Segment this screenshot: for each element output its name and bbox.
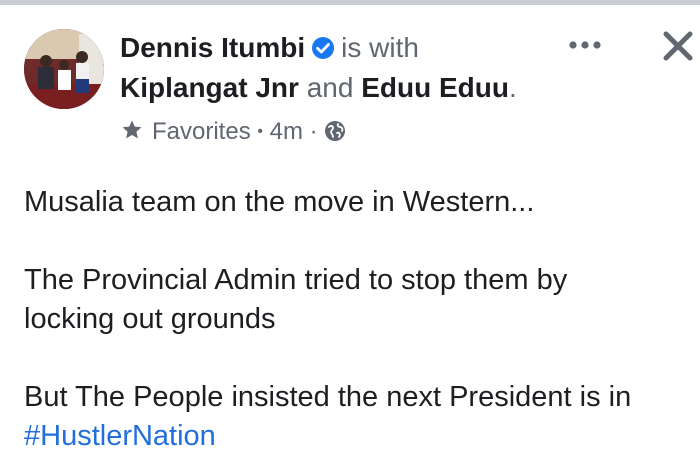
meta-separator-dot: • [257, 123, 263, 140]
audience-label[interactable]: Favorites [152, 118, 251, 145]
meta-separator-middot: · [309, 118, 318, 145]
more-options-icon[interactable] [565, 30, 609, 60]
verified-badge-icon [311, 33, 335, 59]
hashtag-link[interactable]: #HustlerNation [24, 420, 216, 452]
post-header-line-2: Kiplangat Jnr and Eduu Eduu. [120, 70, 517, 106]
post-meta: Favorites • 4m · [120, 116, 346, 148]
tagged-user-2[interactable]: Eduu Eduu [361, 72, 509, 103]
post-text-line: Musalia team on the move in Western... [24, 186, 535, 218]
post-body: Musalia team on the move in Western... T… [24, 183, 700, 456]
is-with-text: is with [341, 32, 419, 63]
author-name[interactable]: Dennis Itumbi [120, 32, 305, 63]
tagged-user-1[interactable]: Kiplangat Jnr [120, 72, 299, 103]
author-avatar[interactable] [24, 29, 104, 109]
star-icon [120, 118, 144, 142]
period-text: . [508, 72, 517, 103]
post-header-line-1: Dennis Itumbi is with [120, 30, 419, 66]
post-text-line: locking out grounds [24, 303, 276, 335]
globe-icon [324, 119, 346, 141]
post-text-line: But The People insisted the next Preside… [24, 381, 632, 413]
top-divider [0, 0, 700, 5]
post-time[interactable]: 4m [270, 118, 303, 145]
close-icon[interactable] [660, 28, 696, 64]
post-text-line: The Provincial Admin tried to stop them … [24, 264, 568, 296]
and-text: and [306, 72, 354, 103]
